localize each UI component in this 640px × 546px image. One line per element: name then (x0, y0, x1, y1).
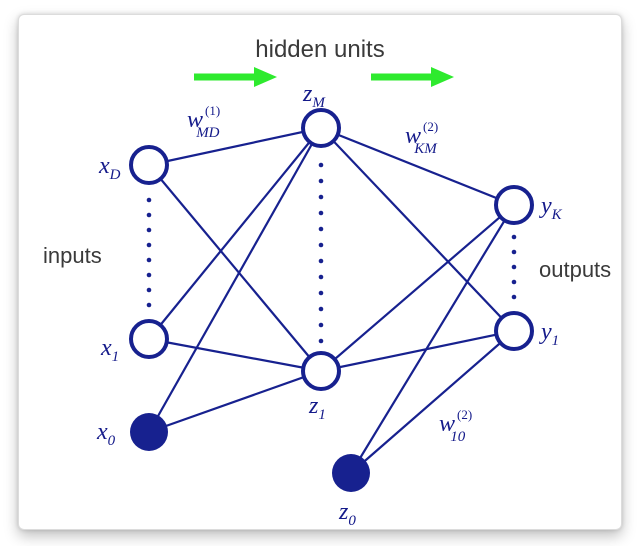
diagram-frame: hidden units (18, 14, 622, 530)
arrow-right (371, 67, 454, 87)
label-w10: w(2)10 (439, 407, 472, 445)
arrow-left (194, 67, 277, 87)
label-wKM: w(2)KM (405, 119, 438, 157)
node-zM (303, 110, 339, 146)
label-yK: yK (539, 193, 563, 223)
label-y1: y1 (539, 319, 559, 349)
ellipsis-dots (147, 163, 517, 344)
label-z0: z0 (338, 499, 356, 529)
label-z1: z1 (308, 393, 326, 423)
label-xD: xD (98, 153, 121, 183)
node-x1 (131, 321, 167, 357)
node-y1 (496, 313, 532, 349)
label-wMD: w(1)MD (187, 103, 220, 141)
label-zM: zM (302, 81, 326, 111)
node-xD (131, 147, 167, 183)
nodes (130, 110, 532, 492)
label-x0: x0 (96, 419, 116, 449)
label-x1: x1 (100, 335, 119, 365)
label-outputs: outputs (539, 257, 611, 282)
label-inputs: inputs (43, 243, 102, 268)
node-x0 (130, 413, 168, 451)
node-yK (496, 187, 532, 223)
title-hidden-units: hidden units (255, 36, 384, 63)
node-z1 (303, 353, 339, 389)
nn-diagram: hidden units (19, 15, 621, 529)
node-z0 (332, 454, 370, 492)
